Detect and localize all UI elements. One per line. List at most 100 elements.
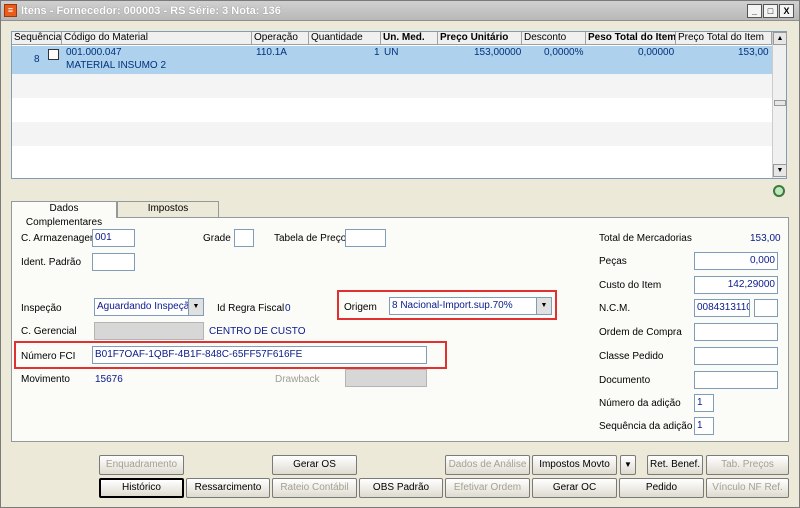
table-row[interactable]: 8 001.000.047 MATERIAL INSUMO 2 110.1A 1… [12, 46, 772, 74]
ressarcimento-button[interactable]: Ressarcimento [186, 478, 270, 498]
ncm-field[interactable]: 0084313110 [694, 299, 750, 317]
grid-scrollbar[interactable]: ▲ ▼ [772, 32, 787, 178]
c-gerencial-label: C. Gerencial [21, 326, 77, 337]
c-armazenagem-label: C. Armazenagem [21, 233, 99, 244]
classe-pedido-field[interactable] [694, 347, 778, 365]
movimento-value: 15676 [95, 374, 123, 385]
c-gerencial-field [94, 322, 204, 340]
title-bar: ≡ Itens - Fornecedor: 000003 - RS Série:… [1, 1, 799, 21]
dados-analise-button[interactable]: Dados de Análise [445, 455, 530, 475]
col-operacao[interactable]: Operação [252, 32, 309, 45]
magnifier-icon[interactable] [773, 185, 785, 197]
origem-value: 8 Nacional-Import.sup.70% [392, 300, 513, 311]
pecas-label: Peças [599, 256, 627, 267]
ncm-extra-field[interactable] [754, 299, 778, 317]
numero-adicao-label: Número da adição [599, 398, 681, 409]
ident-padrao-field[interactable] [92, 253, 135, 271]
minimize-button[interactable]: _ [747, 4, 762, 18]
col-codigo[interactable]: Código do Material [62, 32, 252, 45]
empty-row [12, 146, 772, 170]
cell-preco-unitario: 153,00000 [474, 47, 522, 58]
pecas-field[interactable]: 0,000 [694, 252, 778, 270]
pedido-button[interactable]: Pedido [619, 478, 704, 498]
ordem-compra-field[interactable] [694, 323, 778, 341]
cell-sequencia: 8 [34, 54, 40, 65]
id-regra-fiscal-label: Id Regra Fiscal [217, 303, 285, 314]
scroll-thumb[interactable] [774, 100, 786, 106]
sequencia-adicao-field[interactable]: 1 [694, 417, 714, 435]
empty-row [12, 74, 772, 98]
empty-row [12, 122, 772, 146]
obs-padrao-button[interactable]: OBS Padrão [359, 478, 443, 498]
gerar-oc-button[interactable]: Gerar OC [532, 478, 617, 498]
efetivar-ordem-button[interactable]: Efetivar Ordem [445, 478, 530, 498]
drawback-label: Drawback [275, 374, 320, 385]
empty-row [12, 98, 772, 122]
cell-quantidade: 1 [374, 47, 380, 58]
cell-preco-total: 153,00 [738, 47, 769, 58]
chevron-down-icon[interactable]: ▼ [536, 298, 551, 314]
enquadramento-button[interactable]: Enquadramento [99, 455, 184, 475]
col-desconto[interactable]: Desconto [522, 32, 586, 45]
ident-padrao-label: Ident. Padrão [21, 257, 82, 268]
sequencia-adicao-label: Sequência da adição [599, 421, 693, 432]
tab-precos-button[interactable]: Tab. Preços [706, 455, 789, 475]
origem-select[interactable]: 8 Nacional-Import.sup.70% ▼ [389, 297, 552, 315]
cell-un: UN [384, 47, 399, 58]
documento-field[interactable] [694, 371, 778, 389]
scroll-up-icon[interactable]: ▲ [773, 32, 787, 45]
items-grid[interactable]: Sequência Código do Material Operação Qu… [11, 31, 787, 179]
cell-codigo: 001.000.047 [66, 47, 122, 58]
total-mercadorias-value: 153,00 [750, 233, 781, 244]
cell-operacao: 110.1A [256, 47, 287, 58]
col-sequencia[interactable]: Sequência [12, 32, 62, 45]
cell-peso-total: 0,00000 [638, 47, 675, 58]
origem-label: Origem [344, 302, 377, 313]
impostos-movto-button[interactable]: Impostos Movto [532, 455, 617, 475]
inspecao-select[interactable]: Aguardando Inspeção ▼ [94, 298, 204, 316]
impostos-dropdown-button[interactable]: ▼ [620, 455, 636, 475]
numero-adicao-field[interactable]: 1 [694, 394, 714, 412]
scroll-down-icon[interactable]: ▼ [773, 164, 787, 177]
app-icon: ≡ [4, 4, 17, 17]
drawback-field [345, 369, 427, 387]
dados-complementares-panel: C. Armazenagem 001 Grade Tabela de Preço… [11, 217, 789, 442]
tabela-preco-field[interactable] [345, 229, 386, 247]
custo-item-field[interactable]: 142,29000 [694, 276, 778, 294]
numero-fci-label: Número FCI [21, 351, 76, 362]
vinculo-nf-ref-button[interactable]: Vínculo NF Ref. [706, 478, 789, 498]
inspecao-label: Inspeção [21, 303, 62, 314]
movimento-label: Movimento [21, 374, 70, 385]
col-un-med[interactable]: Un. Med. [381, 32, 438, 45]
c-armazenagem-field[interactable]: 001 [92, 229, 135, 247]
ncm-label: N.C.M. [599, 303, 631, 314]
ret-benef-button[interactable]: Ret. Benef. [647, 455, 703, 475]
custo-item-label: Custo do Item [599, 280, 662, 291]
tab-dados-complementares[interactable]: Dados Complementares [11, 201, 117, 228]
col-preco-total[interactable]: Preço Total do Item [676, 32, 772, 45]
tab-impostos[interactable]: Impostos [117, 201, 219, 217]
col-quantidade[interactable]: Quantidade [309, 32, 381, 45]
total-mercadorias-label: Total de Mercadorias [599, 233, 692, 244]
centro-custo-value: CENTRO DE CUSTO [209, 326, 306, 337]
items-window: ≡ Itens - Fornecedor: 000003 - RS Série:… [0, 0, 800, 508]
close-button[interactable]: X [779, 4, 794, 18]
id-regra-fiscal-value: 0 [285, 303, 291, 314]
col-preco-unitario[interactable]: Preço Unitário [438, 32, 522, 45]
gerar-os-button[interactable]: Gerar OS [272, 455, 357, 475]
numero-fci-field[interactable]: B01F7OAF-1QBF-4B1F-848C-65FF57F616FE [92, 346, 427, 364]
rateio-contabil-button[interactable]: Rateio Contábil [272, 478, 357, 498]
chevron-down-icon[interactable]: ▼ [188, 299, 203, 315]
cell-descricao: MATERIAL INSUMO 2 [66, 60, 167, 71]
col-peso-total[interactable]: Peso Total do Item [586, 32, 676, 45]
documento-label: Documento [599, 375, 651, 386]
grade-label: Grade [203, 233, 231, 244]
grade-field[interactable] [234, 229, 254, 247]
window-title: Itens - Fornecedor: 000003 - RS Série: 3… [21, 5, 281, 17]
row-checkbox[interactable] [48, 49, 59, 60]
grid-header: Sequência Código do Material Operação Qu… [12, 32, 772, 45]
historico-button[interactable]: Histórico [99, 478, 184, 498]
inspecao-value: Aguardando Inspeção [97, 301, 195, 312]
maximize-button[interactable]: □ [763, 4, 778, 18]
cell-desconto: 0,0000% [544, 47, 584, 58]
